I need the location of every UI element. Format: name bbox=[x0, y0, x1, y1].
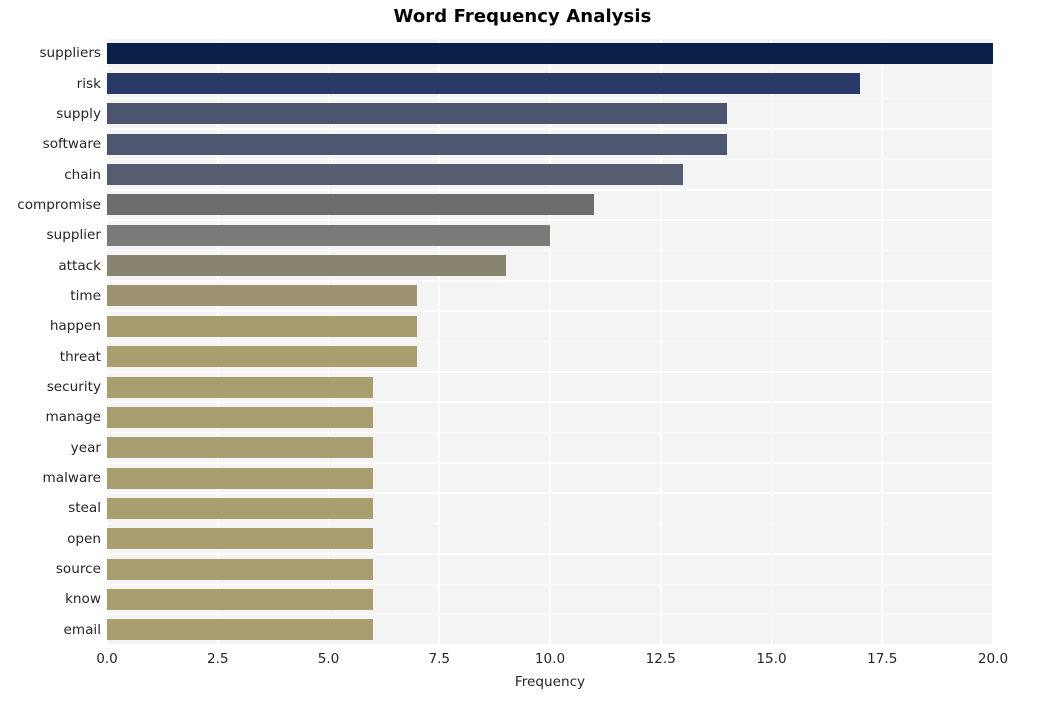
x-tick-label: 20.0 bbox=[977, 651, 1009, 667]
x-tick-label: 12.5 bbox=[645, 651, 676, 667]
y-tick-label: supplier bbox=[46, 227, 101, 244]
y-tick-label: attack bbox=[58, 257, 101, 274]
chart-figure: Word Frequency Analysis suppliers risk sup… bbox=[0, 0, 1045, 701]
y-tick-label: risk bbox=[76, 75, 101, 92]
y-tick-label: suppliers bbox=[39, 45, 101, 62]
y-tick-label: compromise bbox=[17, 196, 101, 213]
y-tick-label: happen bbox=[49, 318, 101, 335]
x-tick-label: 15.0 bbox=[756, 651, 787, 667]
x-tick-label: 0.0 bbox=[96, 651, 118, 667]
x-tick-label: 17.5 bbox=[867, 651, 898, 667]
y-tick-label: time bbox=[70, 287, 101, 304]
x-tick-label: 7.5 bbox=[428, 651, 451, 667]
y-tick-label: know bbox=[65, 591, 101, 608]
y-tick-label: chain bbox=[64, 166, 101, 183]
y-tick-label: malware bbox=[42, 470, 101, 487]
y-tick-label: software bbox=[42, 136, 101, 153]
y-tick-label: steal bbox=[68, 500, 101, 517]
y-tick-label: supply bbox=[56, 105, 101, 122]
y-tick-label: open bbox=[67, 530, 101, 547]
y-tick-label: manage bbox=[45, 409, 101, 426]
y-tick-label: source bbox=[55, 561, 101, 578]
x-tick-label: 10.0 bbox=[534, 651, 566, 667]
x-axis-label: Frequency bbox=[514, 674, 586, 690]
y-axis-tick-labels: suppliers risk supply software chain compromi… bbox=[0, 0, 1045, 701]
x-tick-label: 5.0 bbox=[317, 651, 340, 667]
y-tick-label: year bbox=[70, 439, 101, 456]
y-tick-label: threat bbox=[59, 348, 101, 365]
y-tick-label: email bbox=[63, 621, 102, 638]
x-tick-label: 2.5 bbox=[206, 651, 229, 667]
y-tick-label: security bbox=[46, 379, 101, 396]
